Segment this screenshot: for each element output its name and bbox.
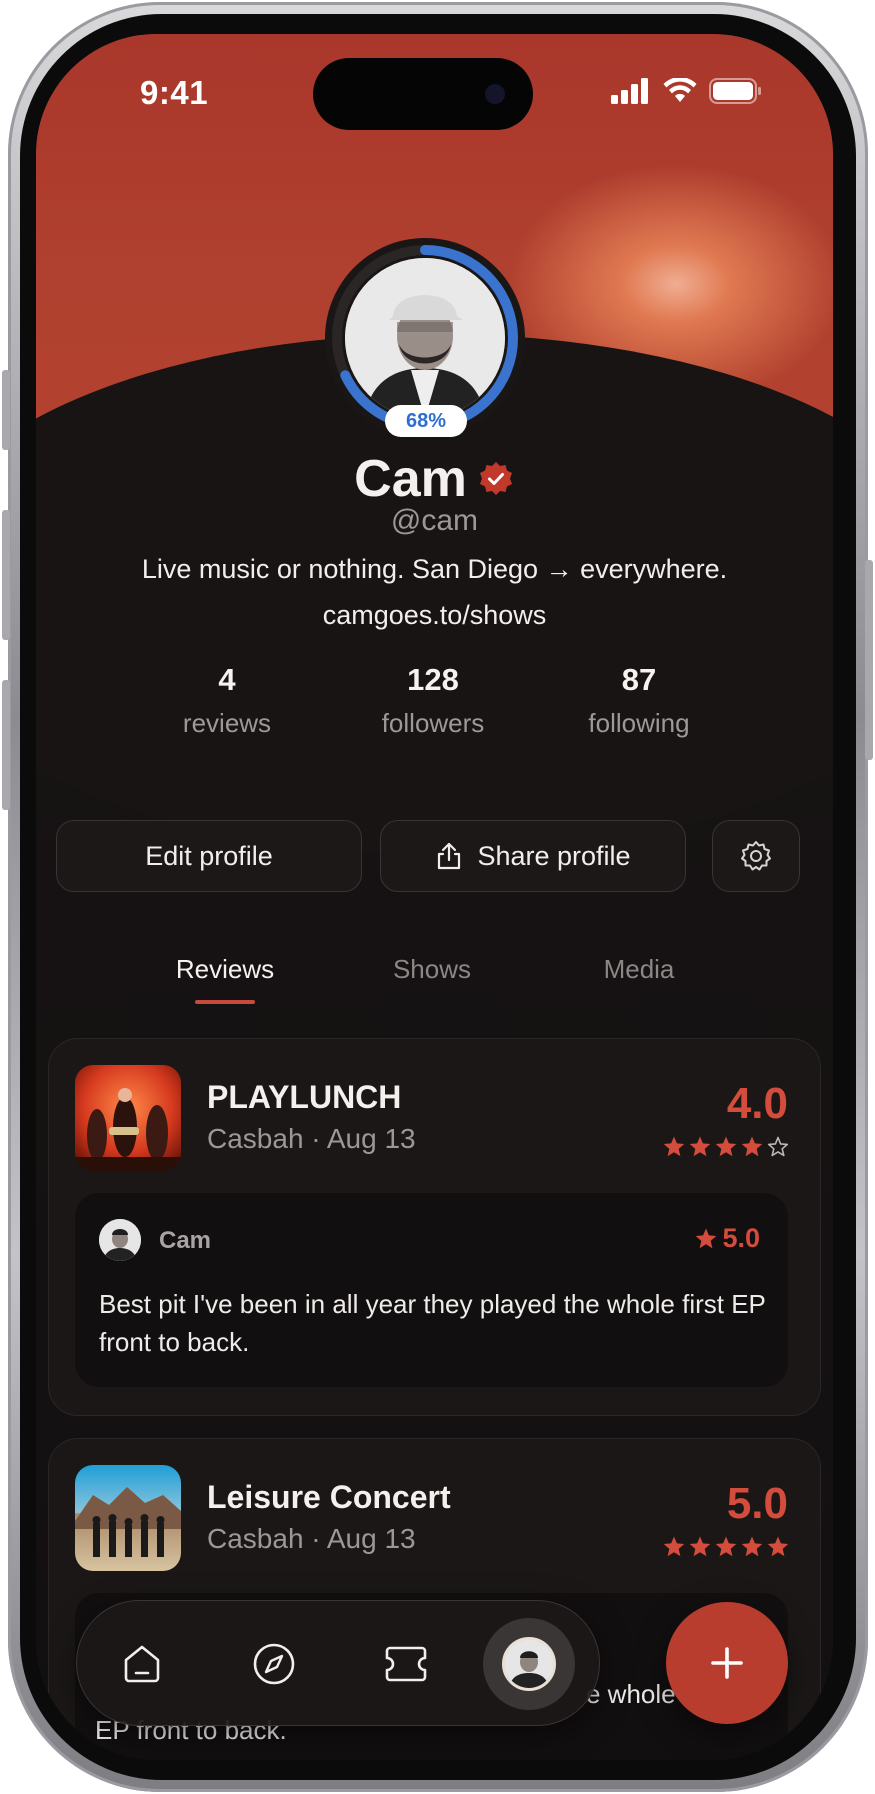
- star-filled-icon: [741, 1136, 763, 1157]
- star-filled-icon: [715, 1536, 737, 1557]
- star-filled-icon: [696, 1228, 717, 1248]
- show-average-score: 4.0: [726, 1079, 788, 1128]
- gear-icon: [741, 841, 771, 871]
- show-venue-date: Casbah · Aug 13: [207, 1123, 416, 1154]
- star-filled-icon: [663, 1136, 685, 1157]
- review-text-fragment: e whole: [586, 1679, 676, 1709]
- nav-tickets[interactable]: [366, 1624, 446, 1704]
- battery-icon: [709, 78, 761, 104]
- show-thumbnail: [75, 1465, 181, 1571]
- review-card[interactable]: PLAYLUNCH Casbah · Aug 13 4.0 Cam 5.0 Be…: [48, 1038, 821, 1416]
- show-thumbnail: [75, 1065, 181, 1171]
- profile-handle: @cam: [390, 504, 479, 537]
- stat-value: 128: [407, 662, 459, 697]
- share-icon: [438, 842, 461, 870]
- stat-value: 87: [621, 662, 657, 697]
- star-filled-icon: [715, 1136, 737, 1157]
- stat-followers[interactable]: 128 followers: [333, 662, 533, 739]
- status-bar: 9:41: [36, 34, 833, 144]
- person-portrait-icon: [345, 258, 505, 418]
- profile-avatar-container[interactable]: 68%: [325, 238, 525, 438]
- stat-value: 4: [218, 662, 236, 697]
- show-average-score: 5.0: [726, 1479, 788, 1528]
- volume-down-button: [2, 680, 10, 810]
- star-filled-icon: [663, 1536, 685, 1557]
- star-filled-icon: [689, 1536, 711, 1557]
- profile-tabs: Reviews Shows Media: [36, 954, 833, 1014]
- stat-reviews[interactable]: 4 reviews: [127, 662, 327, 739]
- star-filled-icon: [741, 1536, 763, 1557]
- stat-following[interactable]: 87 following: [539, 662, 739, 739]
- tab-reviews[interactable]: Reviews: [145, 954, 305, 985]
- show-venue-date: Casbah · Aug 13: [207, 1523, 416, 1554]
- edit-profile-label: Edit profile: [145, 840, 273, 871]
- profile-bio: Live music or nothing. San Diego → every…: [141, 554, 728, 584]
- show-title: PLAYLUNCH: [207, 1079, 402, 1115]
- reviewer-score: 5.0: [694, 1223, 760, 1254]
- star-rating: [662, 1535, 790, 1559]
- bottom-navigation: [76, 1600, 600, 1726]
- compass-icon: [253, 1643, 295, 1685]
- signal-icon: [611, 78, 648, 104]
- plus-icon: [711, 1647, 743, 1679]
- tab-shows[interactable]: Shows: [352, 954, 512, 985]
- volume-up-button: [2, 510, 10, 640]
- power-button: [865, 560, 873, 760]
- profile-avatar-icon: [502, 1637, 556, 1691]
- star-filled-icon: [689, 1136, 711, 1157]
- stat-label: following: [588, 708, 690, 738]
- show-title: Leisure Concert: [207, 1479, 451, 1515]
- ticket-icon: [385, 1646, 427, 1682]
- profile-completion-badge: 68%: [385, 405, 467, 437]
- reviewer-score-value: 5.0: [722, 1223, 760, 1253]
- app-screen: 9:41 68% Cam @cam Live music or nothing.…: [36, 34, 833, 1760]
- add-review-button[interactable]: [666, 1602, 788, 1724]
- edit-profile-button[interactable]: Edit profile: [56, 820, 362, 892]
- share-profile-button[interactable]: Share profile: [380, 820, 686, 892]
- avatar: [345, 258, 505, 418]
- profile-link[interactable]: camgoes.to/shows: [36, 600, 833, 631]
- nav-explore[interactable]: [234, 1624, 314, 1704]
- status-time: 9:41: [140, 74, 209, 111]
- home-icon: [124, 1645, 160, 1683]
- reviewer-avatar: [99, 1219, 141, 1261]
- stat-label: reviews: [182, 708, 272, 738]
- review-text: Best pit I've been in all year they play…: [99, 1289, 766, 1357]
- profile-name: Cam: [354, 450, 467, 508]
- star-filled-icon: [767, 1536, 789, 1557]
- wifi-icon: [663, 78, 697, 102]
- star-rating: [662, 1135, 790, 1159]
- reviewer-name: Cam: [159, 1227, 212, 1254]
- settings-button[interactable]: [712, 820, 800, 892]
- dynamic-island: [313, 58, 533, 130]
- user-review[interactable]: Cam 5.0 Best pit I've been in all year t…: [75, 1193, 788, 1387]
- verified-badge-icon: [479, 462, 512, 495]
- tab-media[interactable]: Media: [559, 954, 719, 985]
- star-empty-icon: [767, 1136, 789, 1157]
- stat-label: followers: [381, 708, 485, 738]
- active-tab-indicator: [195, 1000, 255, 1004]
- side-button: [2, 370, 10, 450]
- nav-home[interactable]: [102, 1624, 182, 1704]
- share-profile-label: Share profile: [477, 840, 631, 871]
- nav-profile[interactable]: [483, 1618, 575, 1710]
